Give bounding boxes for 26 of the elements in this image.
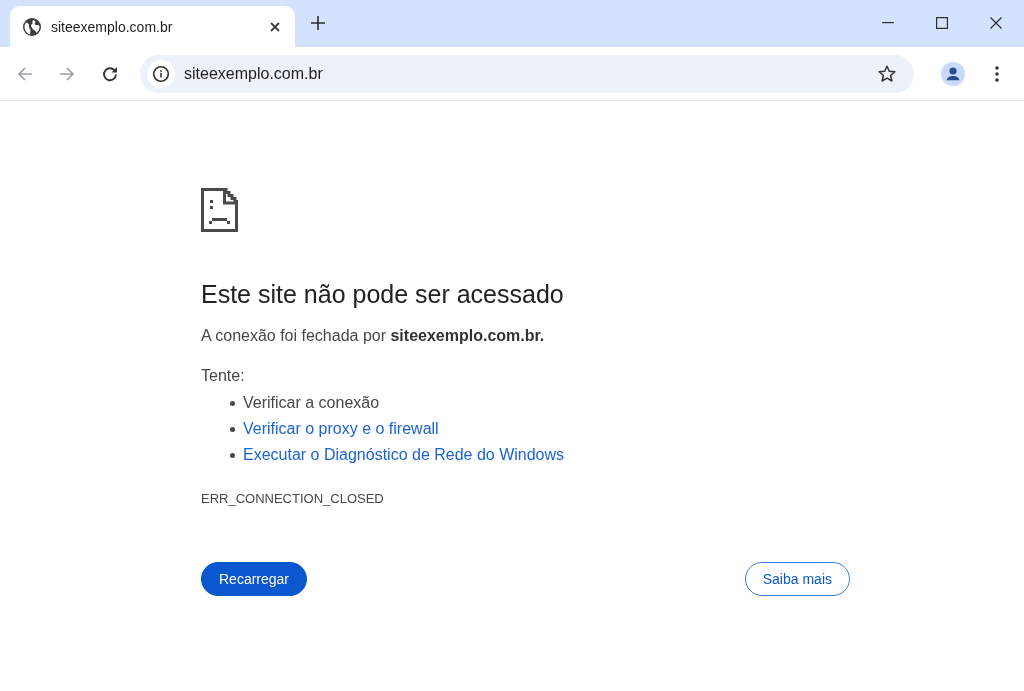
suggestion-link[interactable]: Verificar o proxy e o firewall [243, 420, 439, 438]
star-icon[interactable] [878, 64, 896, 83]
plus-icon[interactable] [311, 16, 325, 30]
suggestions-label: Tente: [201, 366, 245, 386]
globe-icon [23, 17, 41, 36]
bullet-icon [230, 400, 235, 406]
reload-icon[interactable] [102, 65, 118, 82]
error-code: ERR_CONNECTION_CLOSED [201, 490, 384, 508]
error-message: A conexão foi fechada por siteexemplo.com.br. [201, 326, 545, 346]
bullet-icon [230, 426, 235, 432]
menu-icon[interactable] [995, 65, 999, 82]
maximize-icon[interactable] [936, 16, 948, 29]
close-icon[interactable] [270, 21, 280, 32]
suggestion-link[interactable]: Executar o Diagnóstico de Rede do Windows [243, 446, 565, 464]
bullet-icon [230, 452, 235, 458]
person-icon[interactable] [941, 61, 965, 86]
minimize-icon[interactable] [882, 21, 894, 24]
reload-button[interactable]: Recarregar [201, 562, 308, 596]
close-icon[interactable] [990, 16, 1002, 29]
info-icon[interactable] [147, 59, 175, 88]
learn-more-button[interactable]: Saiba mais [744, 562, 850, 596]
browser-tab[interactable]: siteexemplo.com.br [10, 6, 295, 47]
suggestion-text: Verificar a conexão [243, 394, 380, 412]
error-heading: Este site não pode ser acessado [201, 279, 564, 309]
sad-page-icon [201, 188, 238, 232]
address-bar[interactable]: siteexemplo.com.br [140, 54, 914, 93]
